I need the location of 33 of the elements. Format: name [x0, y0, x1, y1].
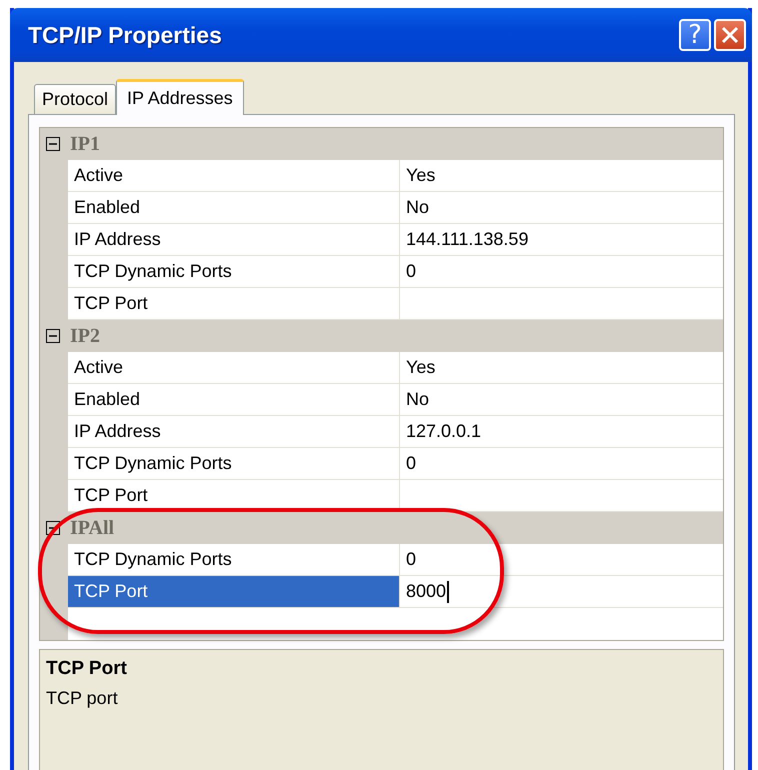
help-button[interactable]: ? — [679, 19, 711, 51]
property-name[interactable]: Active — [68, 160, 400, 192]
property-value: 0 — [400, 448, 723, 480]
property-value: 144.111.138.59 — [400, 224, 723, 256]
window-title: TCP/IP Properties — [28, 22, 223, 48]
group-name: IPAll — [70, 516, 114, 540]
property-name[interactable]: Enabled — [68, 192, 400, 224]
description-title: TCP Port — [46, 658, 128, 680]
description-text: TCP port — [46, 688, 119, 709]
property-name[interactable]: TCP Port — [68, 576, 400, 608]
property-name[interactable]: TCP Dynamic Ports — [68, 448, 400, 480]
tab[interactable]: IP Addresses — [116, 79, 244, 115]
property-value: No — [400, 384, 723, 416]
property-value: Yes — [400, 352, 723, 384]
collapse-icon[interactable] — [46, 521, 60, 535]
collapse-icon[interactable] — [46, 137, 60, 151]
collapse-icon[interactable] — [46, 329, 60, 343]
property-name[interactable]: IP Address — [68, 416, 400, 448]
close-icon — [720, 25, 740, 45]
property-value: 127.0.0.1 — [400, 416, 723, 448]
group-name: IP2 — [70, 324, 100, 348]
close-button[interactable] — [714, 19, 746, 51]
tab[interactable]: Protocol — [34, 84, 116, 114]
property-value: No — [400, 192, 723, 224]
value-input[interactable]: 8000 — [400, 576, 723, 608]
property-value: 0 — [400, 544, 723, 576]
property-value: Yes — [400, 160, 723, 192]
property-name[interactable]: IP Address — [68, 224, 400, 256]
property-name[interactable]: Active — [68, 352, 400, 384]
property-name[interactable]: TCP Dynamic Ports — [68, 256, 400, 288]
property-name[interactable]: Enabled — [68, 384, 400, 416]
group-name: IP1 — [70, 132, 100, 156]
property-value: 0 — [400, 256, 723, 288]
